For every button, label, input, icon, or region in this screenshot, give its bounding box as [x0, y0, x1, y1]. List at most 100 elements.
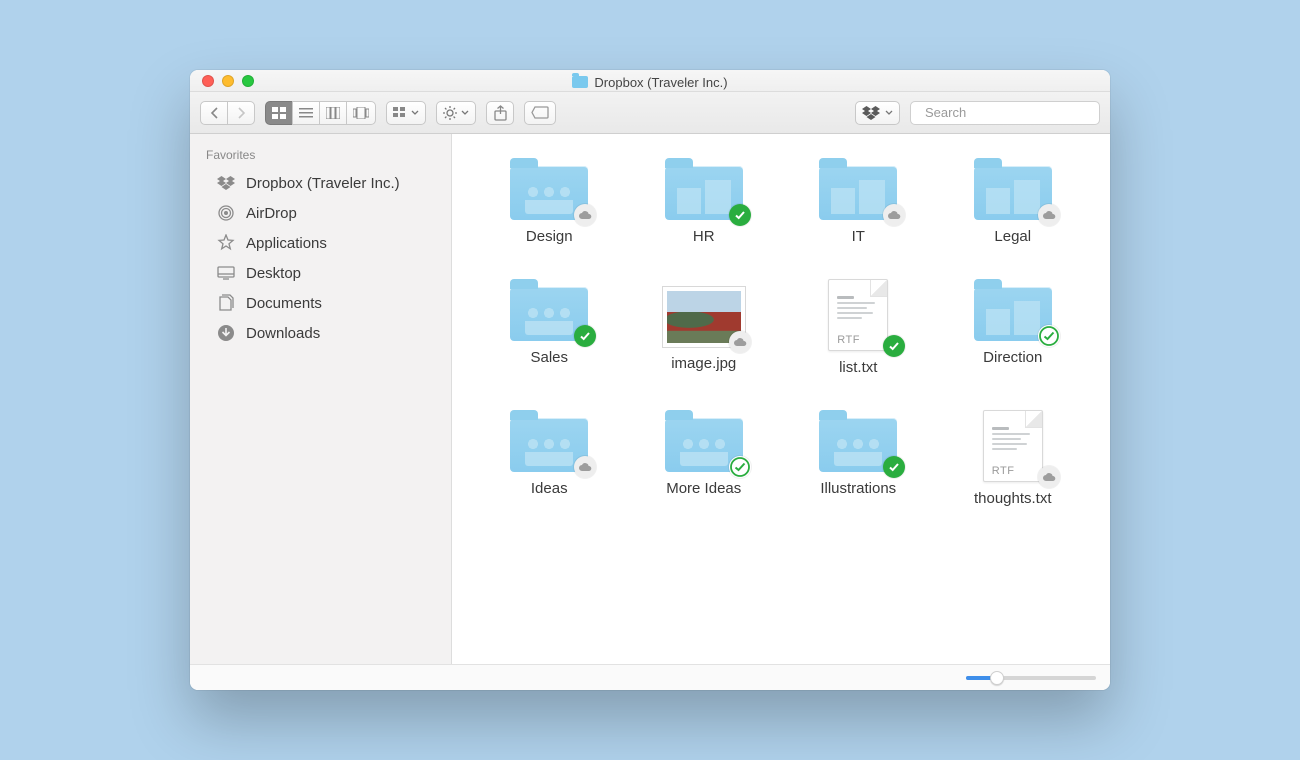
- cloud-badge-icon: [1038, 466, 1060, 488]
- action-button[interactable]: [436, 101, 476, 125]
- file-item-label: thoughts.txt: [974, 490, 1052, 507]
- file-item[interactable]: RTF thoughts.txt: [943, 406, 1083, 507]
- file-item-label: image.jpg: [671, 355, 736, 372]
- dropbox-folder-icon: [572, 76, 588, 88]
- column-view-button[interactable]: [319, 101, 347, 125]
- synced-outline-badge-icon: [1038, 325, 1060, 347]
- file-item-label: Ideas: [531, 480, 568, 497]
- chevron-down-icon: [885, 110, 893, 115]
- finder-window: Dropbox (Traveler Inc.): [190, 70, 1110, 690]
- dropbox-icon: [216, 173, 236, 193]
- coverflow-view-button[interactable]: [346, 101, 376, 125]
- share-icon: [494, 105, 507, 121]
- cloud-badge-icon: [883, 204, 905, 226]
- synced-badge-icon: [883, 456, 905, 478]
- tags-button[interactable]: [524, 101, 556, 125]
- file-item[interactable]: IT: [788, 154, 928, 245]
- minimize-window-button[interactable]: [222, 75, 234, 87]
- titlebar: Dropbox (Traveler Inc.): [190, 70, 1110, 92]
- window-body: Favorites Dropbox (Traveler Inc.) AirDro…: [190, 134, 1110, 664]
- applications-icon: [216, 233, 236, 253]
- toolbar: [190, 92, 1110, 134]
- file-item-label: Sales: [530, 349, 568, 366]
- icon-view-button[interactable]: [265, 101, 293, 125]
- search-field[interactable]: [910, 101, 1100, 125]
- file-item[interactable]: Legal: [943, 154, 1083, 245]
- chevron-down-icon: [411, 110, 419, 115]
- folder-thumbnail: [663, 154, 745, 220]
- file-item[interactable]: Ideas: [479, 406, 619, 507]
- sidebar-item-desktop[interactable]: Desktop: [190, 258, 451, 288]
- desktop-icon: [216, 263, 236, 283]
- folder-thumbnail: [508, 406, 590, 472]
- cloud-badge-icon: [729, 331, 751, 353]
- zoom-slider-knob[interactable]: [990, 671, 1004, 685]
- file-item[interactable]: Sales: [479, 275, 619, 376]
- cloud-badge-icon: [574, 456, 596, 478]
- document-icon: RTF: [828, 279, 888, 351]
- sidebar-item-label: Downloads: [246, 325, 320, 342]
- sidebar-item-label: Dropbox (Traveler Inc.): [246, 175, 400, 192]
- synced-badge-icon: [574, 325, 596, 347]
- dropbox-menu-button[interactable]: [855, 101, 900, 125]
- file-extension-label: RTF: [992, 465, 1015, 477]
- file-item-label: HR: [693, 228, 715, 245]
- sidebar-item-label: AirDrop: [246, 205, 297, 222]
- file-item[interactable]: HR: [634, 154, 774, 245]
- window-title-text: Dropbox (Traveler Inc.): [594, 75, 727, 90]
- file-item[interactable]: image.jpg: [634, 275, 774, 376]
- zoom-slider[interactable]: [966, 676, 1096, 680]
- doc-thumbnail: RTF: [972, 406, 1054, 482]
- sidebar-item-label: Documents: [246, 295, 322, 312]
- file-item[interactable]: Direction: [943, 275, 1083, 376]
- sidebar-item-label: Desktop: [246, 265, 301, 282]
- chevron-down-icon: [461, 110, 469, 115]
- cloud-badge-icon: [574, 204, 596, 226]
- dropbox-icon: [862, 106, 880, 120]
- image-thumbnail: [663, 275, 745, 347]
- search-input[interactable]: [925, 105, 1101, 120]
- forward-button[interactable]: [227, 101, 255, 125]
- back-button[interactable]: [200, 101, 228, 125]
- sidebar: Favorites Dropbox (Traveler Inc.) AirDro…: [190, 134, 452, 664]
- window-title: Dropbox (Traveler Inc.): [572, 75, 727, 90]
- gear-icon: [443, 106, 457, 120]
- file-item-label: Design: [526, 228, 573, 245]
- cloud-badge-icon: [1038, 204, 1060, 226]
- synced-badge-icon: [729, 204, 751, 226]
- file-item[interactable]: Illustrations: [788, 406, 928, 507]
- file-item-label: Legal: [994, 228, 1031, 245]
- folder-thumbnail: [508, 275, 590, 341]
- folder-thumbnail: [508, 154, 590, 220]
- file-item[interactable]: Design: [479, 154, 619, 245]
- doc-thumbnail: RTF: [817, 275, 899, 351]
- documents-icon: [216, 293, 236, 313]
- file-item-label: IT: [852, 228, 865, 245]
- close-window-button[interactable]: [202, 75, 214, 87]
- synced-outline-badge-icon: [729, 456, 751, 478]
- sidebar-item-documents[interactable]: Documents: [190, 288, 451, 318]
- status-bar: [190, 664, 1110, 690]
- file-item-label: Illustrations: [820, 480, 896, 497]
- sidebar-item-applications[interactable]: Applications: [190, 228, 451, 258]
- tag-icon: [531, 106, 549, 119]
- share-button[interactable]: [486, 101, 514, 125]
- sidebar-item-label: Applications: [246, 235, 327, 252]
- downloads-icon: [216, 323, 236, 343]
- folder-thumbnail: [972, 154, 1054, 220]
- file-grid: Design HR IT Legal Sales image.jpg RTFlist.txt…: [452, 134, 1110, 664]
- traffic-lights: [202, 75, 254, 87]
- folder-thumbnail: [972, 275, 1054, 341]
- sidebar-header: Favorites: [190, 144, 451, 168]
- zoom-window-button[interactable]: [242, 75, 254, 87]
- sidebar-item-downloads[interactable]: Downloads: [190, 318, 451, 348]
- file-item[interactable]: More Ideas: [634, 406, 774, 507]
- arrange-button[interactable]: [386, 101, 426, 125]
- sidebar-item-dropbox[interactable]: Dropbox (Traveler Inc.): [190, 168, 451, 198]
- airdrop-icon: [216, 203, 236, 223]
- view-mode-buttons: [265, 101, 376, 125]
- file-item[interactable]: RTFlist.txt: [788, 275, 928, 376]
- folder-thumbnail: [817, 406, 899, 472]
- sidebar-item-airdrop[interactable]: AirDrop: [190, 198, 451, 228]
- list-view-button[interactable]: [292, 101, 320, 125]
